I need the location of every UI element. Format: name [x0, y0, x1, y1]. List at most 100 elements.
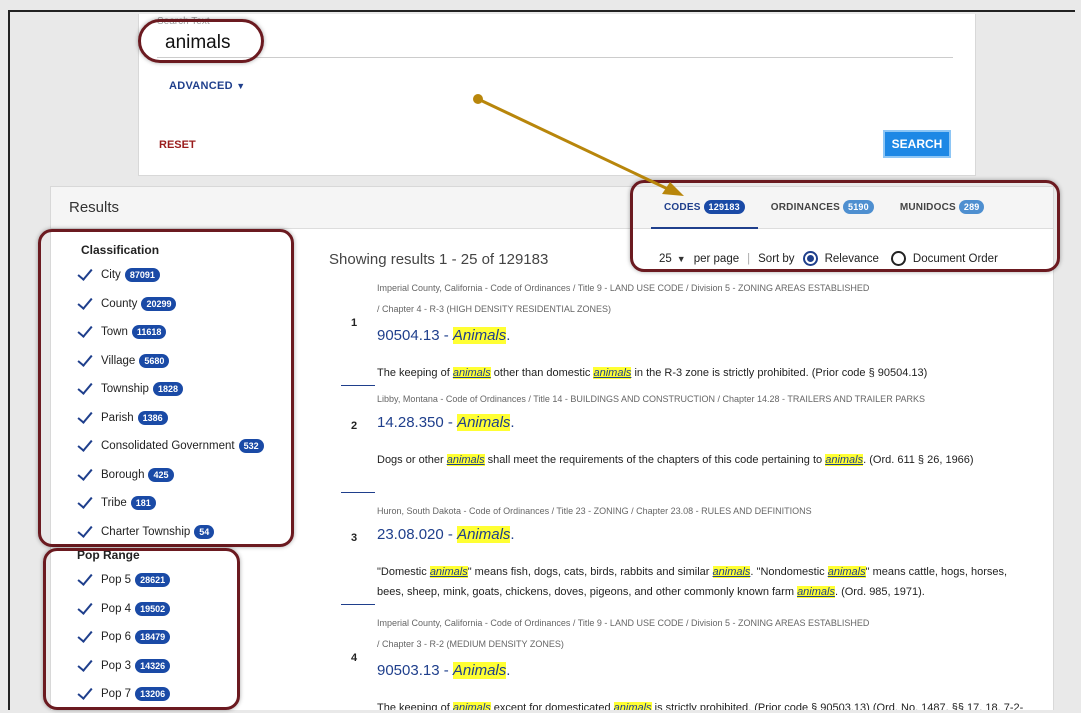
result-title-link[interactable]: 14.28.350 - Animals. [377, 414, 515, 431]
result-title-highlight: Animals [457, 526, 511, 543]
snippet-text: . "Nondomestic [750, 566, 828, 578]
snippet-text: other than domestic [490, 367, 594, 379]
results-title: Results [69, 199, 120, 216]
snippet-highlight: animals [825, 454, 864, 466]
count-badge: 13206 [135, 687, 171, 702]
count-badge: 18479 [135, 630, 171, 645]
facet-item-pop-4[interactable]: Pop 4 19502 [51, 595, 311, 624]
count-badge: 129183 [703, 200, 745, 215]
result-snippet: "Domestic animals" means fish, dogs, cat… [377, 562, 1037, 602]
snippet-highlight: animals [613, 702, 652, 710]
facet-item-pop-3[interactable]: Pop 3 14326 [51, 652, 311, 681]
facet-label: Town [101, 326, 128, 339]
per-page-label: per page [693, 252, 740, 265]
facet-item-township[interactable]: Township 1828 [51, 375, 311, 404]
results-count-text: Showing results 1 - 25 of 129183 [329, 251, 549, 268]
facet-label: Pop 3 [101, 659, 132, 672]
snippet-text: "Domestic [377, 566, 430, 578]
facet-item-city[interactable]: City 87091 [51, 261, 311, 290]
snippet-text: shall meet the requirements of the chapt… [484, 454, 826, 466]
count-badge: 425 [148, 467, 174, 482]
sort-by-label: Sort by [758, 252, 795, 265]
divider [341, 604, 375, 605]
results-controls: 25 ▼ per page | Sort by Relevance Documen… [659, 251, 998, 266]
result-breadcrumb[interactable]: Imperial County, California - Code of Or… [377, 618, 869, 628]
tab-label: CODES [664, 202, 701, 213]
result-title-highlight: Animals [452, 327, 507, 344]
checkmark-icon [79, 661, 95, 671]
checkmark-icon [79, 632, 95, 642]
search-card: Search Text ADVANCED ▼ RESET SEARCH [138, 14, 976, 176]
facet-item-tribe[interactable]: Tribe 181 [51, 489, 311, 518]
snippet-highlight: animals [797, 586, 835, 598]
radio-relevance[interactable] [802, 251, 818, 266]
results-header: Results CODES 129183 ORDINANCES 5190 MUN… [51, 187, 1053, 229]
count-badge: 5190 [843, 200, 874, 215]
result-snippet: The keeping of animals other than domest… [377, 363, 1037, 383]
count-badge: 181 [130, 496, 156, 511]
radio-document-order[interactable] [890, 251, 906, 266]
facet-item-consolidated-government[interactable]: Consolidated Government 532 [51, 432, 311, 461]
advanced-label: ADVANCED [169, 80, 233, 92]
snippet-text: " means fish, dogs, cats, birds, rabbits… [467, 566, 713, 578]
search-input[interactable] [157, 28, 953, 58]
checkmark-icon [79, 270, 95, 280]
count-badge: 1386 [137, 410, 168, 425]
facet-item-pop-6[interactable]: Pop 6 18479 [51, 623, 311, 652]
sort-document-order-label[interactable]: Document Order [913, 253, 998, 265]
result-snippet: The keeping of animals except for domest… [377, 698, 1037, 710]
per-page-select[interactable]: 25 ▼ [659, 253, 694, 265]
snippet-highlight: animals [429, 566, 468, 578]
tab-munidocs[interactable]: MUNIDOCS 289 [887, 187, 998, 229]
checkmark-icon [79, 575, 95, 585]
result-breadcrumb[interactable]: Libby, Montana - Code of Ordinances / Ti… [377, 394, 925, 404]
search-label: Search Text [157, 16, 210, 27]
facet-item-town[interactable]: Town 11618 [51, 318, 311, 347]
checkmark-icon [79, 299, 95, 309]
snippet-text: The keeping of [377, 367, 453, 379]
count-badge: 14326 [135, 658, 171, 673]
result-breadcrumb[interactable]: Huron, South Dakota - Code of Ordinances… [377, 506, 812, 516]
snippet-highlight: animals [593, 367, 632, 379]
tab-label: MUNIDOCS [899, 202, 956, 213]
snippet-text: in the R-3 zone is strictly prohibited. … [631, 367, 928, 379]
facet-item-county[interactable]: County 20299 [51, 290, 311, 319]
tab-codes[interactable]: CODES 129183 [651, 187, 758, 229]
divider [341, 385, 375, 386]
result-snippet: Dogs or other animals shall meet the req… [377, 450, 1037, 470]
search-button[interactable]: SEARCH [883, 130, 951, 158]
facet-item-pop-7[interactable]: Pop 7 13206 [51, 680, 311, 709]
checkmark-icon [79, 384, 95, 394]
reset-button[interactable]: RESET [159, 139, 196, 151]
snippet-highlight: animals [452, 367, 491, 379]
advanced-toggle[interactable]: ADVANCED ▼ [169, 80, 246, 92]
facet-label: Pop 6 [101, 631, 132, 644]
result-title-link[interactable]: 90504.13 - Animals. [377, 327, 510, 344]
checkmark-icon [79, 498, 95, 508]
result-breadcrumb-sub[interactable]: / Chapter 4 - R-3 (HIGH DENSITY RESIDENT… [377, 304, 611, 314]
result-breadcrumb-sub[interactable]: / Chapter 3 - R-2 (MEDIUM DENSITY ZONES) [377, 639, 564, 649]
result-code: 90503.13 - [377, 662, 453, 679]
snippet-highlight: animals [827, 566, 866, 578]
snippet-text: . (Ord. 611 § 26, 1966) [863, 454, 974, 466]
snippet-highlight: animals [452, 702, 491, 710]
result-title-link[interactable]: 23.08.020 - Animals. [377, 526, 515, 543]
divider [341, 492, 375, 493]
tab-ordinances[interactable]: ORDINANCES 5190 [758, 187, 887, 229]
checkmark-icon [79, 470, 95, 480]
count-badge: 11618 [131, 325, 167, 340]
facet-item-pop-5[interactable]: Pop 5 28621 [51, 566, 311, 595]
facet-item-parish[interactable]: Parish 1386 [51, 404, 311, 433]
facet-item-charter-township[interactable]: Charter Township 54 [51, 518, 311, 547]
facet-item-borough[interactable]: Borough 425 [51, 461, 311, 490]
facet-label: Pop 5 [101, 574, 132, 587]
result-breadcrumb[interactable]: Imperial County, California - Code of Or… [377, 283, 869, 293]
result-code: 23.08.020 - [377, 526, 458, 543]
facet-label: Tribe [101, 497, 127, 510]
result-title-end: . [506, 327, 511, 344]
facet-sidebar: Classification City 87091 County 20299 Town 1… [51, 229, 311, 709]
facet-item-village[interactable]: Village 5680 [51, 347, 311, 376]
result-title-link[interactable]: 90503.13 - Animals. [377, 662, 510, 679]
result-number: 2 [351, 420, 358, 432]
sort-relevance-label[interactable]: Relevance [825, 253, 879, 265]
